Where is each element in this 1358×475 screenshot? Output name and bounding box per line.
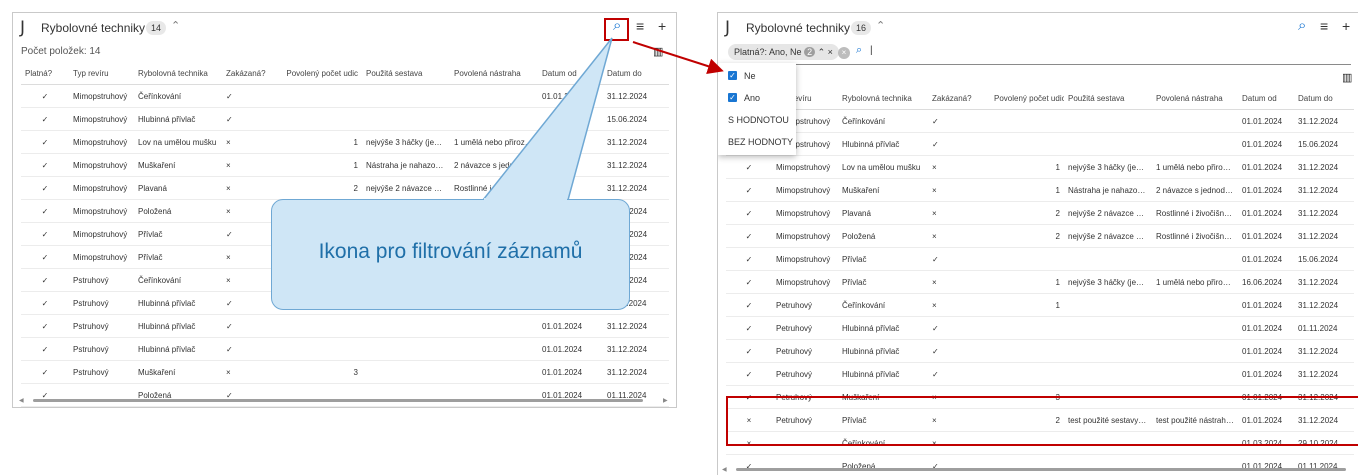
annotation-arrow xyxy=(633,42,720,70)
callout-text: Ikona pro filtrování záznamů xyxy=(271,240,630,264)
callout-pointer xyxy=(483,38,612,200)
callout-joint xyxy=(484,198,567,202)
annotation-overlay xyxy=(0,0,1358,474)
